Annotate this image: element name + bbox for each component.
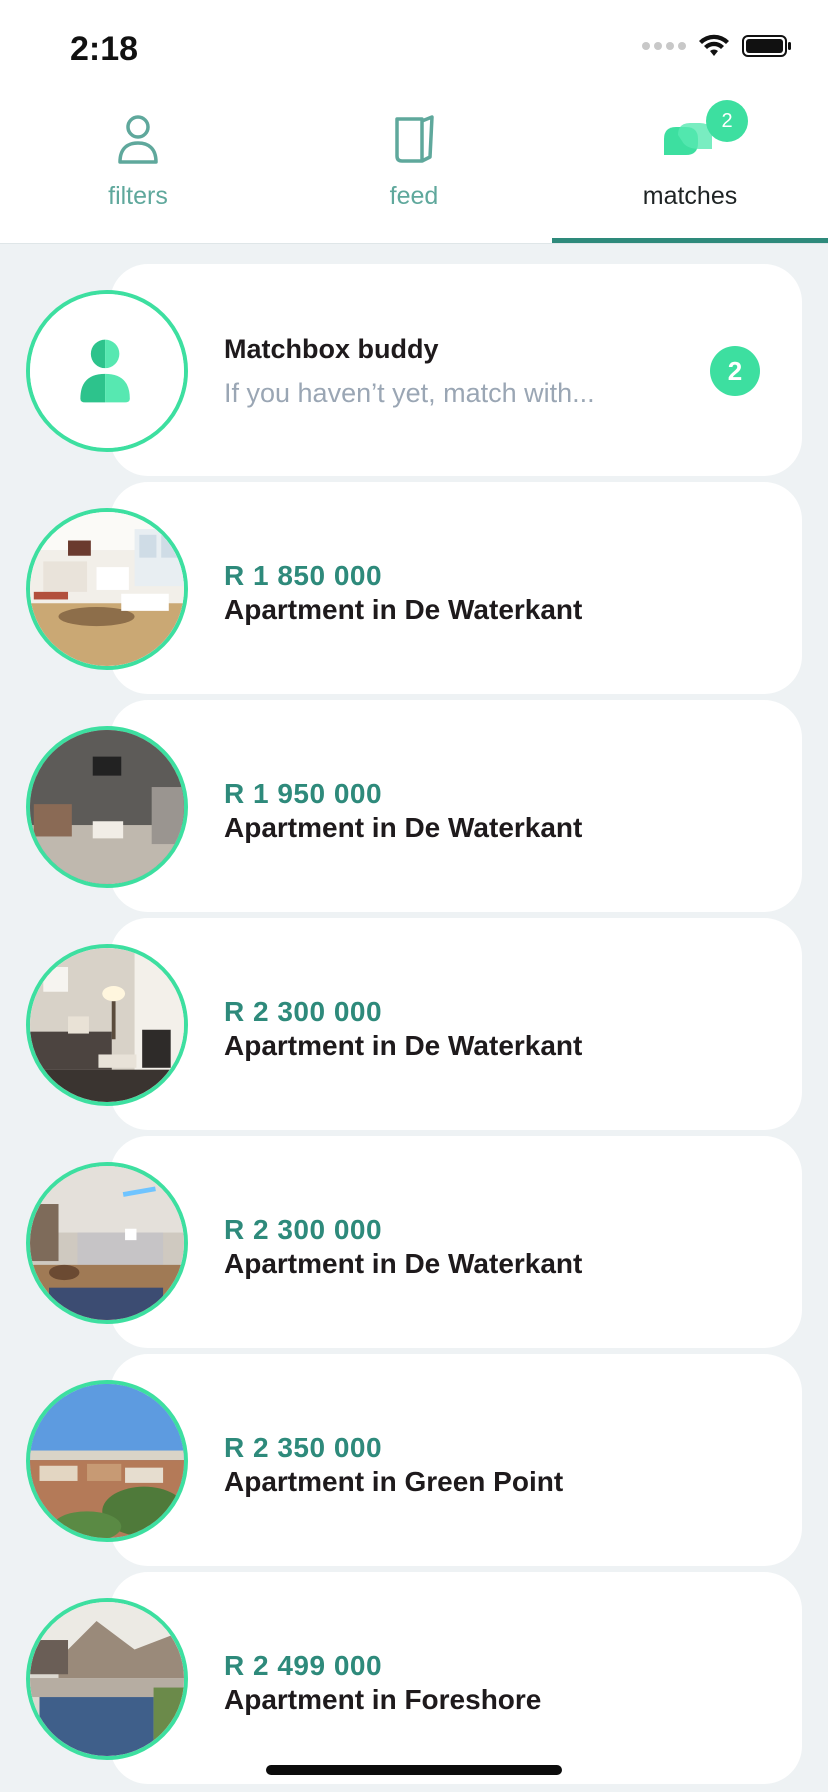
listing-price: R 1 950 000 [224,778,383,809]
matches-count-badge: 2 [706,100,748,142]
listing-card[interactable] [110,1136,802,1348]
tab-feed[interactable]: feed [276,96,552,244]
listing-row[interactable]: R 2 499 000 Apartment in Foreshore [0,1572,828,1784]
chat-bubbles-icon: 2 [660,100,748,168]
listing-row[interactable]: R 2 300 000 Apartment in De Waterkant [0,918,828,1130]
listing-thumbnail [26,726,188,888]
listing-thumbnail [26,1162,188,1324]
battery-icon [742,35,791,57]
listing-price: R 2 350 000 [224,1432,383,1463]
cellular-signal-icon [642,42,686,50]
listing-price: R 2 300 000 [224,996,383,1027]
listing-row[interactable]: R 2 300 000 Apartment in De Waterkant [0,1136,828,1348]
listing-card[interactable] [110,1354,802,1566]
buddy-subtitle: If you haven’t yet, match with... [224,378,595,408]
listing-price: R 2 300 000 [224,1214,383,1245]
listing-row[interactable]: R 2 350 000 Apartment in Green Point [0,1354,828,1566]
tab-matches[interactable]: 2 matches [552,96,828,244]
card-stack-icon [392,112,436,168]
buddy-card[interactable] [110,264,802,476]
status-time: 2:18 [70,30,139,68]
listing-title: Apartment in Green Point [224,1466,564,1497]
listing-thumbnail [26,944,188,1106]
user-outline-icon [116,112,160,168]
listing-thumbnail [26,508,188,670]
buddy-title: Matchbox buddy [224,334,439,364]
buddy-avatar [26,290,188,452]
listing-title: Apartment in De Waterkant [224,1248,583,1279]
buddy-row[interactable]: Matchbox buddy If you haven’t yet, match… [0,264,828,476]
listing-title: Apartment in Foreshore [224,1684,542,1715]
listing-row[interactable]: R 1 850 000 Apartment in De Waterkant [0,482,828,694]
listing-row[interactable]: R 1 950 000 Apartment in De Waterkant [0,700,828,912]
listing-price: R 2 499 000 [224,1650,383,1681]
listing-price: R 1 850 000 [224,560,383,591]
active-tab-indicator [552,238,828,243]
tab-feed-label: feed [389,182,439,210]
buddy-person-icon [30,294,184,448]
listing-title: Apartment in De Waterkant [224,594,583,625]
listing-card[interactable] [110,1572,802,1784]
listing-card[interactable] [110,918,802,1130]
tab-filters[interactable]: filters [0,96,276,244]
status-indicators [642,34,792,58]
wifi-icon [699,34,729,56]
tab-matches-label: matches [642,182,738,210]
listing-title: Apartment in De Waterkant [224,1030,583,1061]
listing-card[interactable] [110,700,802,912]
listing-card[interactable] [110,482,802,694]
buddy-count-badge: 2 [710,346,760,396]
listing-thumbnail [26,1598,188,1760]
tab-filters-label: filters [108,182,168,210]
listing-thumbnail [26,1380,188,1542]
home-indicator[interactable] [266,1765,562,1775]
status-bar: 2:18 [0,0,828,96]
listing-title: Apartment in De Waterkant [224,812,583,843]
tab-bar: filters feed 2 matches [0,96,828,244]
